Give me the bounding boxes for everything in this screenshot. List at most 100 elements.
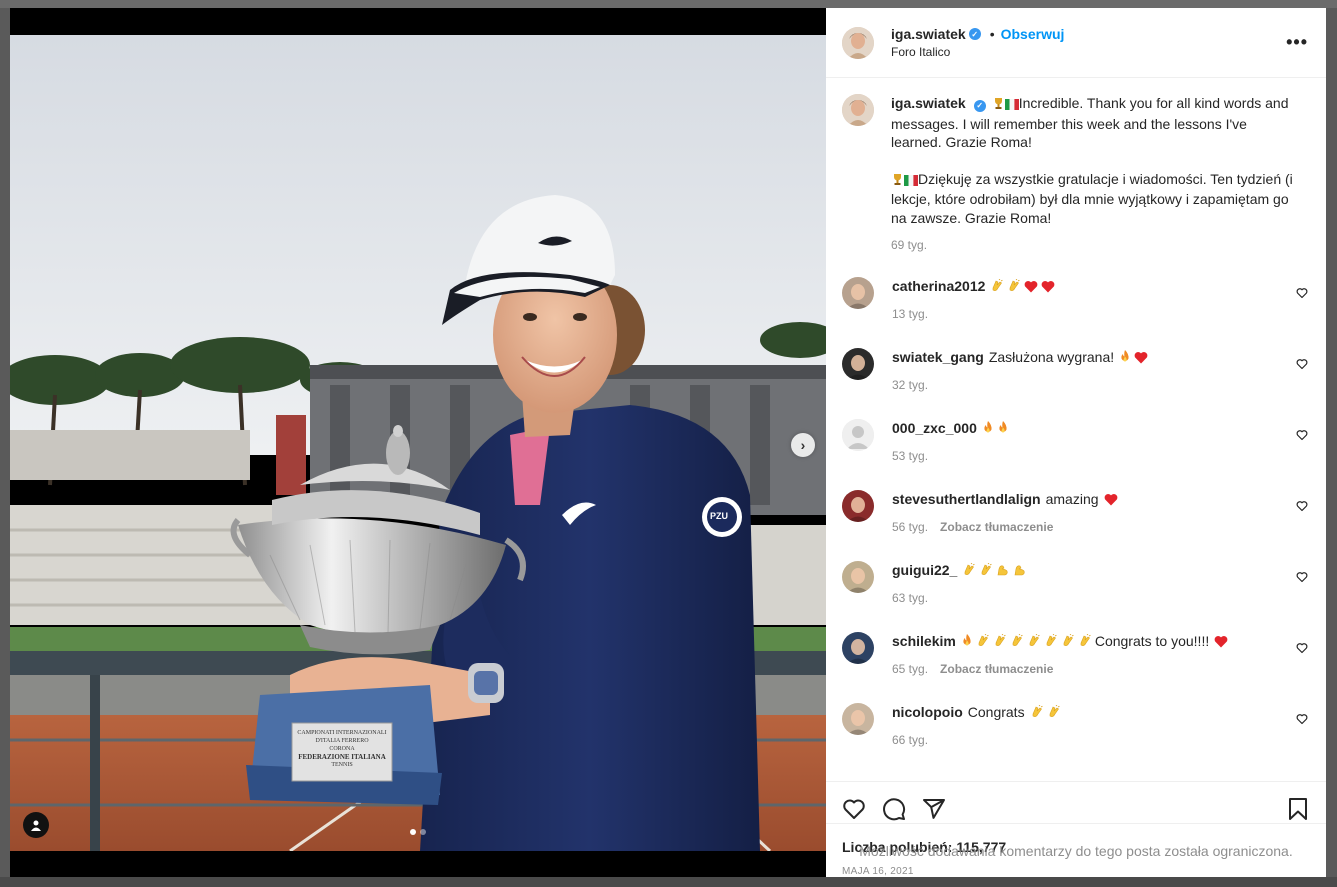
post-header: iga.swiatek ✓ • Obserwuj Foro Italico ••… xyxy=(826,8,1326,78)
plaque-line: FEDERAZIONE ITALIANA xyxy=(298,753,386,761)
author-avatar[interactable] xyxy=(842,26,874,59)
comment-timestamp[interactable]: 65 tyg. xyxy=(892,660,928,679)
comments-restricted-notice: Możliwość dodawania komentarzy do tego p… xyxy=(826,823,1326,877)
commenter-username[interactable]: schilekim xyxy=(892,633,956,649)
comment-text: Congrats to you!!!! xyxy=(1094,632,1210,649)
commenter-avatar[interactable] xyxy=(842,418,874,451)
like-comment-heart-icon[interactable] xyxy=(1296,428,1308,446)
verified-badge-icon: ✓ xyxy=(973,100,986,113)
clap-emoji-icon xyxy=(1047,704,1061,724)
heart-emoji-icon xyxy=(1214,634,1228,653)
comment-text: amazing xyxy=(1045,490,1099,507)
verified-badge-icon: ✓ xyxy=(968,28,981,40)
clap-emoji-icon xyxy=(990,278,1004,298)
like-comment-heart-icon[interactable] xyxy=(1296,641,1308,659)
muscle-emoji-icon xyxy=(1013,563,1027,582)
commenter-username[interactable]: swiatek_gang xyxy=(892,349,984,365)
commenter-avatar[interactable] xyxy=(842,276,874,309)
share-icon[interactable] xyxy=(922,797,946,821)
fire-emoji-icon xyxy=(997,420,1009,440)
comment-item: catherina2012 13 tyg. xyxy=(842,276,1310,324)
user-tag-icon xyxy=(31,820,41,831)
caption-text-pl: Dziękuję za wszystkie gratulacje i wiado… xyxy=(891,170,1297,226)
comment-icon[interactable] xyxy=(882,797,906,821)
muscle-emoji-icon xyxy=(996,563,1010,582)
background-page-top xyxy=(0,0,1337,8)
carousel-dot xyxy=(420,829,426,835)
clap-emoji-icon xyxy=(1078,633,1092,653)
clap-emoji-icon xyxy=(979,562,993,582)
comment-timestamp[interactable]: 66 tyg. xyxy=(892,731,928,750)
comment-item: swiatek_gang Zasłużona wygrana! 32 tyg. xyxy=(842,347,1310,395)
bookmark-icon[interactable] xyxy=(1288,797,1308,821)
commenter-username[interactable]: 000_zxc_000 xyxy=(892,420,977,436)
like-comment-heart-icon[interactable] xyxy=(1296,357,1308,375)
comment-timestamp[interactable]: 63 tyg. xyxy=(892,589,928,608)
sponsor-patch-text: PZU xyxy=(710,511,728,521)
comment-timestamp[interactable]: 56 tyg. xyxy=(892,518,928,537)
clap-emoji-icon xyxy=(1044,633,1058,653)
comment-timestamp[interactable]: 32 tyg. xyxy=(892,376,928,395)
background-page-bottom xyxy=(0,877,1337,887)
trophy-emoji-icon xyxy=(891,172,904,191)
heart-emoji-icon xyxy=(1134,350,1148,369)
fire-emoji-icon xyxy=(982,420,994,440)
like-comment-heart-icon[interactable] xyxy=(1296,570,1308,588)
trophy-plaque: CAMPIONATI INTERNAZIONALI D'ITALIA FERRE… xyxy=(297,729,387,769)
commenter-username[interactable]: nicolopoio xyxy=(892,704,963,720)
clap-emoji-icon xyxy=(993,633,1007,653)
fire-emoji-icon xyxy=(961,633,973,653)
follow-button[interactable]: Obserwuj xyxy=(1001,26,1065,42)
comments-list[interactable]: iga.swiatek ✓ Incredible. Thank you for al… xyxy=(826,78,1326,781)
commenter-username[interactable]: catherina2012 xyxy=(892,278,985,294)
caption-username[interactable]: iga.swiatek xyxy=(891,95,966,111)
clap-emoji-icon xyxy=(976,633,990,653)
heart-emoji-icon xyxy=(1041,279,1055,298)
trophy-emoji-icon xyxy=(992,96,1005,115)
post-photo[interactable]: CAMPIONATI INTERNAZIONALI D'ITALIA FERRE… xyxy=(10,35,826,851)
comment-item: guigui22_ 63 tyg. xyxy=(842,560,1310,608)
commenter-username[interactable]: stevesuthertlandlalign xyxy=(892,491,1041,507)
like-comment-heart-icon[interactable] xyxy=(1296,286,1308,304)
caption-timestamp[interactable]: 69 tyg. xyxy=(891,236,927,255)
clap-emoji-icon xyxy=(1010,633,1024,653)
clap-emoji-icon xyxy=(962,562,976,582)
see-translation-button[interactable]: Zobacz tłumaczenie xyxy=(940,660,1053,679)
clap-emoji-icon xyxy=(1030,704,1044,724)
commenter-avatar[interactable] xyxy=(842,560,874,593)
see-translation-button[interactable]: Zobacz tłumaczenie xyxy=(940,518,1053,537)
commenter-avatar[interactable] xyxy=(842,702,874,735)
plaque-line: D'ITALIA FERRERO xyxy=(315,738,369,744)
tagged-users-button[interactable] xyxy=(23,812,49,838)
more-options-button[interactable]: ••• xyxy=(1286,32,1308,53)
plaque-line: CORONA xyxy=(329,746,355,752)
more-icon: ••• xyxy=(1286,32,1308,52)
author-username[interactable]: iga.swiatek xyxy=(891,26,966,42)
plaque-line: TENNIS xyxy=(331,762,353,768)
commenter-username[interactable]: guigui22_ xyxy=(892,562,957,578)
like-comment-heart-icon[interactable] xyxy=(1296,712,1308,730)
next-photo-button[interactable]: › xyxy=(791,433,815,457)
post-modal: CAMPIONATI INTERNAZIONALI D'ITALIA FERRE… xyxy=(10,8,1326,877)
comment-text: Congrats xyxy=(967,703,1025,720)
comment-text: Zasłużona wygrana! xyxy=(988,348,1115,365)
commenter-avatar[interactable] xyxy=(842,489,874,522)
heart-icon[interactable] xyxy=(842,797,866,821)
comment-timestamp[interactable]: 13 tyg. xyxy=(892,305,928,324)
commenter-avatar[interactable] xyxy=(842,347,874,380)
clap-emoji-icon xyxy=(1027,633,1041,653)
clap-emoji-icon xyxy=(1007,278,1021,298)
plaque-line: CAMPIONATI INTERNAZIONALI xyxy=(297,730,387,736)
carousel-dot-active xyxy=(410,829,416,835)
comment-item: stevesuthertlandlalign amazing 56 tyg. Zoba… xyxy=(842,489,1310,537)
comment-item: schilekim Congrats to you!!!! 65 tyg. Zobac… xyxy=(842,631,1310,679)
commenter-avatar[interactable] xyxy=(842,631,874,664)
post-location[interactable]: Foro Italico xyxy=(891,45,1064,59)
italy-flag-icon xyxy=(1004,96,1019,115)
caption-avatar[interactable] xyxy=(842,94,874,126)
clap-emoji-icon xyxy=(1061,633,1075,653)
heart-emoji-icon xyxy=(1104,492,1118,511)
like-comment-heart-icon[interactable] xyxy=(1296,499,1308,517)
comment-timestamp[interactable]: 53 tyg. xyxy=(892,447,928,466)
fire-emoji-icon xyxy=(1119,349,1131,369)
